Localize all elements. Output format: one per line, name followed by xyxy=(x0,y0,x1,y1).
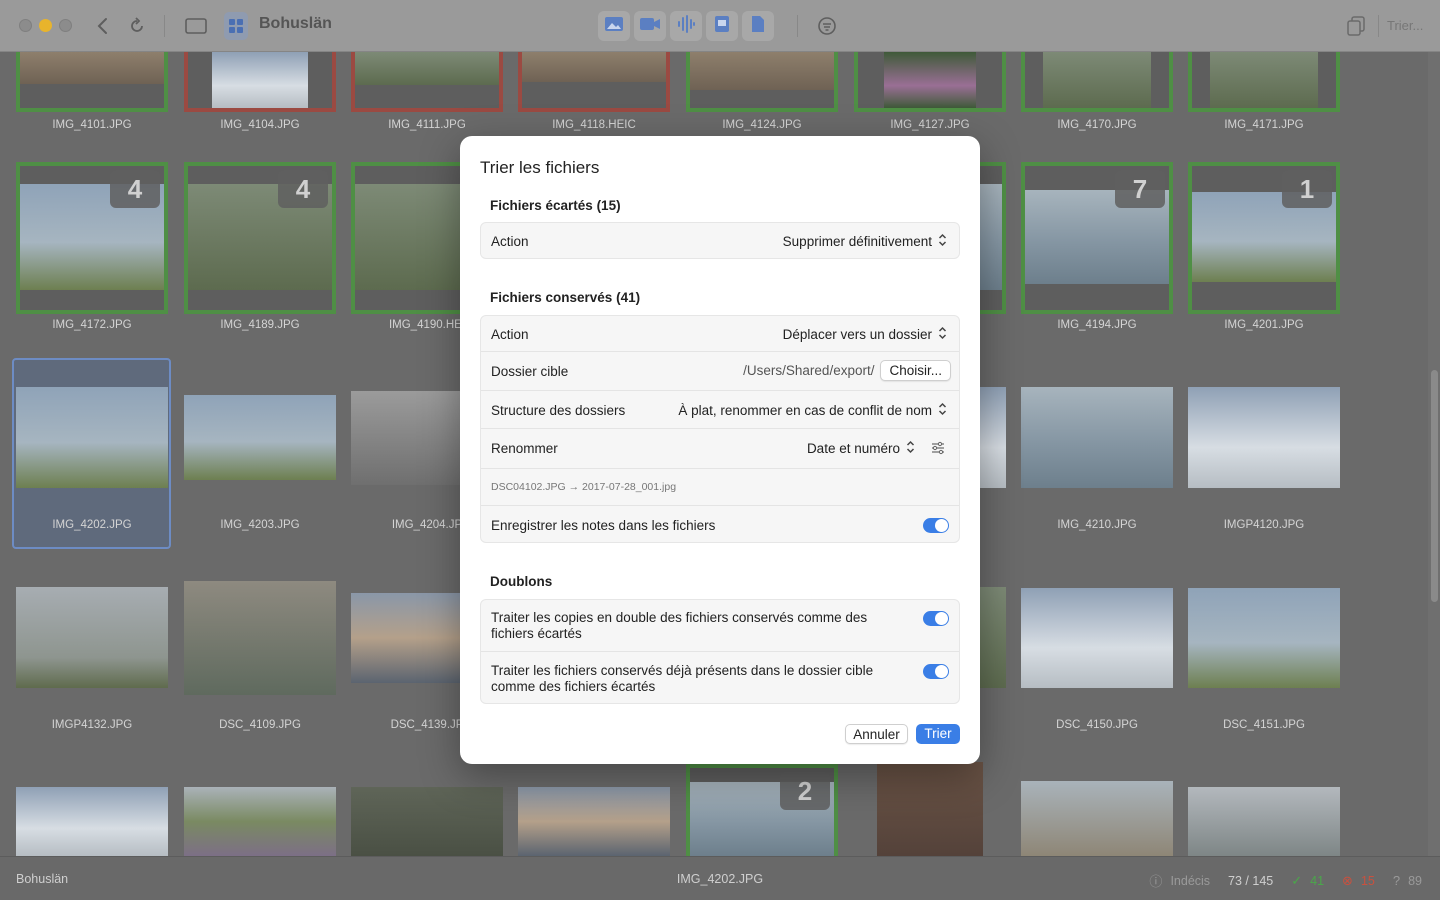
filter-documents-button[interactable] xyxy=(742,11,774,41)
stack-count-badge: 4 xyxy=(110,170,160,208)
folder-structure-value: À plat, renommer en cas de conflit de no… xyxy=(678,403,932,418)
up-down-chevron-icon xyxy=(938,402,947,419)
up-down-chevron-icon xyxy=(938,326,947,343)
sort-button[interactable]: Trier xyxy=(916,724,960,744)
rejected-section-heading: Fichiers écartés (15) xyxy=(490,198,621,213)
up-down-chevron-icon xyxy=(938,233,947,250)
filter-audio-button[interactable] xyxy=(670,11,702,41)
target-folder-row: Dossier cible /Users/Shared/export/ Choi… xyxy=(481,352,959,391)
filter-photos-button[interactable] xyxy=(598,11,630,41)
video-icon xyxy=(639,17,661,36)
waveform-icon xyxy=(676,14,696,38)
close-window-button[interactable] xyxy=(19,19,32,32)
save-notes-toggle[interactable] xyxy=(923,518,949,533)
refresh-icon[interactable] xyxy=(126,12,148,40)
filter-options-icon[interactable] xyxy=(816,12,838,40)
stack-count-badge: 7 xyxy=(1115,170,1165,208)
dup-existing-row: Traiter les fichiers conservés déjà prés… xyxy=(481,652,959,704)
filter-raw-button[interactable] xyxy=(706,11,738,41)
save-notes-row: Enregistrer les notes dans les fichiers xyxy=(481,506,959,543)
sidebar-toggle-icon[interactable] xyxy=(185,12,207,40)
up-down-chevron-icon xyxy=(906,440,915,457)
kept-section-heading: Fichiers conservés (41) xyxy=(490,290,641,305)
dialog-title: Trier les fichiers xyxy=(480,158,600,177)
dup-copies-label: Traiter les copies en double des fichier… xyxy=(491,610,868,641)
rename-example: DSC04102.JPG → 2017-07-28_001.jpg xyxy=(491,481,677,493)
zoom-window-button[interactable] xyxy=(59,19,72,32)
dup-existing-label: Traiter les fichiers conservés déjà prés… xyxy=(491,663,874,694)
stack-count-badge: 4 xyxy=(278,170,328,208)
status-kept-count: 41 xyxy=(1310,873,1325,888)
check-circle-icon: ✓ xyxy=(1291,872,1303,888)
rejected-action-value: Supprimer définitivement xyxy=(782,234,932,249)
toolbar: Bohuslän Trier... xyxy=(0,0,1440,52)
kept-options-group: Action Déplacer vers un dossier Dossier … xyxy=(480,315,960,543)
rename-row: Renommer Date et numéro DSC04102.JPG → 2… xyxy=(481,429,959,506)
folder-structure-row: Structure des dossiers À plat, renommer … xyxy=(481,391,959,429)
kept-action-label: Action xyxy=(491,327,529,342)
dup-copies-row: Traiter les copies en double des fichier… xyxy=(481,600,959,652)
dup-existing-toggle[interactable] xyxy=(923,664,949,679)
kept-action-value: Déplacer vers un dossier xyxy=(782,327,932,342)
minimize-window-button[interactable] xyxy=(39,19,52,32)
status-undecided-count: 89 xyxy=(1408,873,1422,888)
scrollbar-thumb[interactable] xyxy=(1431,370,1438,602)
cancel-button[interactable]: Annuler xyxy=(845,724,908,744)
copy-icon[interactable] xyxy=(1346,12,1366,40)
status-bar: Bohuslän IMG_4202.JPG ⓘ Indécis 73 / 145… xyxy=(0,856,1440,900)
rename-label: Renommer xyxy=(491,441,558,456)
kept-action-select[interactable]: Déplacer vers un dossier xyxy=(783,326,947,343)
rejected-options-group: Action Supprimer définitivement xyxy=(480,222,960,259)
question-circle-icon: ? xyxy=(1392,873,1401,888)
sort-files-dialog: Trier les fichiers Fichiers écartés (15)… xyxy=(460,136,980,764)
vertical-scrollbar[interactable] xyxy=(1428,52,1440,856)
toolbar-sort-button[interactable]: Trier... xyxy=(1378,15,1432,37)
status-undecided-label: Indécis xyxy=(1170,873,1211,888)
document-icon xyxy=(751,15,765,38)
raw-file-icon xyxy=(714,15,730,38)
choose-folder-button[interactable]: Choisir... xyxy=(880,360,951,381)
stack-count-badge: 1 xyxy=(1282,170,1332,208)
sliders-icon[interactable] xyxy=(931,441,945,460)
save-notes-label: Enregistrer les notes dans les fichiers xyxy=(491,518,716,533)
kept-action-row: Action Déplacer vers un dossier xyxy=(481,316,959,352)
rejected-action-row: Action Supprimer définitivement xyxy=(481,223,959,258)
status-rejected-count: 15 xyxy=(1360,873,1375,888)
window-title: Bohuslän xyxy=(259,15,332,32)
status-counts: ⓘ Indécis 73 / 145 ✓ 41 ⊗ 15 ? 89 xyxy=(1149,871,1422,890)
duplicates-section-heading: Doublons xyxy=(490,574,553,589)
target-folder-label: Dossier cible xyxy=(491,364,569,379)
rename-value: Date et numéro xyxy=(806,441,900,456)
grid-view-icon[interactable] xyxy=(224,12,248,40)
media-filter-group xyxy=(598,11,774,41)
duplicates-options-group: Traiter les copies en double des fichier… xyxy=(480,599,960,704)
folder-structure-select[interactable]: À plat, renommer en cas de conflit de no… xyxy=(678,402,947,419)
folder-structure-label: Structure des dossiers xyxy=(491,403,626,418)
rename-select[interactable]: Date et numéro xyxy=(807,440,915,457)
status-position: 73 / 145 xyxy=(1228,873,1274,888)
rejected-action-select[interactable]: Supprimer définitivement xyxy=(783,233,947,250)
stack-count-badge: 2 xyxy=(780,772,830,810)
target-folder-path: /Users/Shared/export/ xyxy=(743,363,875,378)
x-circle-icon: ⊗ xyxy=(1342,872,1353,888)
dup-copies-toggle[interactable] xyxy=(923,611,949,626)
photo-icon xyxy=(604,16,624,37)
rejected-action-label: Action xyxy=(491,234,529,249)
back-icon[interactable] xyxy=(92,12,112,40)
question-circle-icon: ⓘ xyxy=(1149,874,1163,889)
filter-videos-button[interactable] xyxy=(634,11,666,41)
